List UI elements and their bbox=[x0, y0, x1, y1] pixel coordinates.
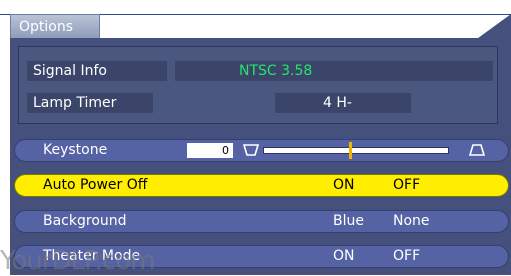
signal-info-label: Signal Info bbox=[27, 61, 167, 81]
auto-power-off-on-option[interactable]: ON bbox=[333, 175, 355, 196]
keystone-slider-track[interactable] bbox=[263, 147, 449, 154]
options-panel: Signal Info NTSC 3.58 Lamp Timer 4 H- Ke… bbox=[10, 38, 511, 275]
keystone-label: Keystone bbox=[43, 142, 108, 158]
lamp-timer-label: Lamp Timer bbox=[27, 93, 153, 113]
keystone-narrow-bottom-icon bbox=[243, 144, 259, 156]
signal-info-value: NTSC 3.58 bbox=[175, 61, 493, 81]
background-blue-option[interactable]: Blue bbox=[333, 211, 364, 232]
auto-power-off-off-option[interactable]: OFF bbox=[393, 175, 420, 196]
theater-mode-off-option[interactable]: OFF bbox=[393, 246, 420, 267]
menu-row-auto-power-off[interactable]: Auto Power Off ON OFF bbox=[14, 174, 509, 197]
keystone-slider-thumb[interactable] bbox=[348, 142, 352, 159]
menu-row-keystone[interactable]: Keystone 0 bbox=[14, 139, 509, 162]
lamp-timer-value: 4 H- bbox=[275, 93, 411, 113]
panel-tab-edge bbox=[100, 14, 511, 38]
auto-power-off-label: Auto Power Off bbox=[43, 177, 148, 193]
menu-row-background[interactable]: Background Blue None bbox=[14, 210, 509, 233]
keystone-value[interactable]: 0 bbox=[187, 143, 233, 158]
tab-options-label: Options bbox=[19, 19, 74, 35]
watermark-text: YourDLP.com bbox=[0, 246, 155, 276]
tab-options[interactable]: Options bbox=[10, 14, 100, 38]
theater-mode-on-option[interactable]: ON bbox=[333, 246, 355, 267]
background-none-option[interactable]: None bbox=[393, 211, 430, 232]
keystone-narrow-top-icon bbox=[469, 144, 485, 156]
background-label: Background bbox=[43, 213, 127, 229]
signal-info-box: Signal Info NTSC 3.58 Lamp Timer 4 H- bbox=[18, 46, 498, 124]
